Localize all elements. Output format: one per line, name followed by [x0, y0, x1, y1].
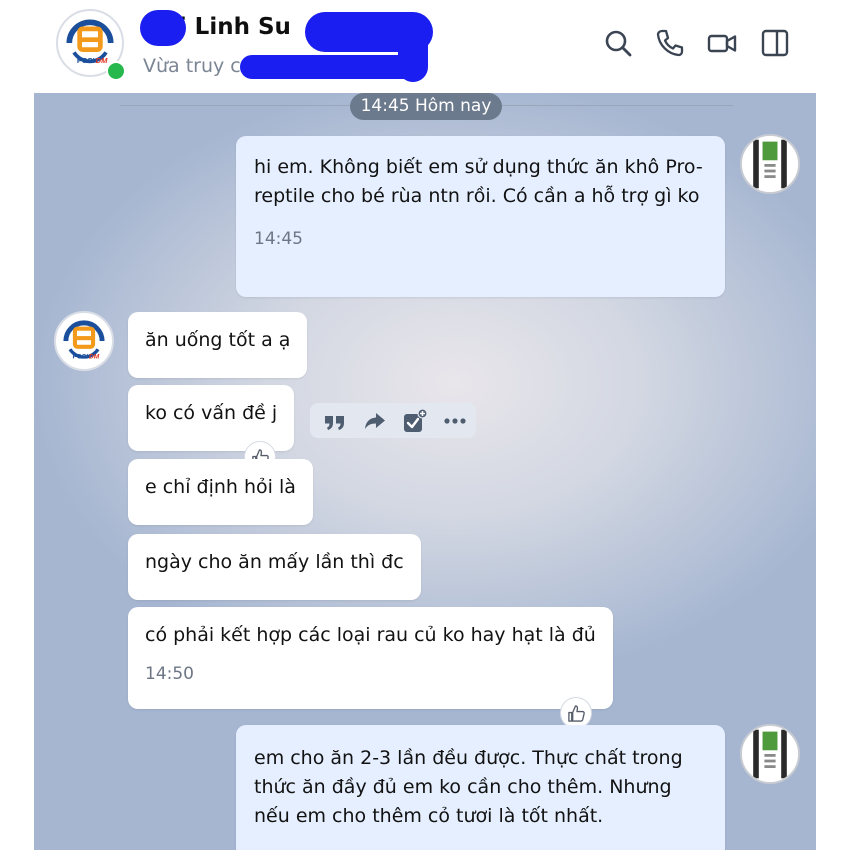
add-task-icon[interactable] [402, 408, 428, 434]
message-text: hi em. Không biết em sử dụng thức ăn khô… [254, 156, 703, 207]
message-bubble-incoming[interactable]: ăn uống tốt a ạ [128, 312, 308, 378]
sidebar-toggle-icon[interactable] [760, 28, 790, 58]
my-avatar[interactable] [740, 134, 800, 194]
message-text: e chỉ định hỏi là [145, 476, 296, 498]
product-avatar-icon [742, 726, 798, 782]
redaction-mark [140, 10, 186, 46]
message-bubble-incoming[interactable]: ngày cho ăn mấy lần thì đc [128, 534, 421, 600]
message-text: ko có vấn đề j [145, 402, 278, 424]
redaction-mark [398, 28, 428, 82]
svg-text:DM: DM [89, 353, 100, 360]
date-divider-line [502, 105, 733, 106]
message-text: ăn uống tốt a ạ [145, 329, 291, 351]
message-text: có phải kết hợp các loại rau củ ko hay h… [145, 624, 596, 646]
chat-header: PCCI DM Hải Linh Su Vừa truy cập [0, 0, 850, 93]
date-separator: 14:45 Hôm nay [350, 93, 502, 120]
like-icon [568, 705, 585, 722]
message-bubble-incoming[interactable]: có phải kết hợp các loại rau củ ko hay h… [128, 607, 613, 709]
date-divider-line [120, 105, 350, 106]
conversation-area[interactable]: 14:45 Hôm nay hi em. Không biết em sử dụ… [34, 93, 816, 850]
svg-text:DM: DM [96, 56, 108, 65]
message-action-toolbar [310, 403, 476, 438]
message-bubble-incoming[interactable]: ko có vấn đề j [128, 385, 295, 451]
contact-avatar-small[interactable]: PCCI DM [54, 311, 114, 371]
online-status-dot [106, 61, 126, 81]
message-time: 14:45 [254, 229, 303, 249]
message-text: em cho ăn 2-3 lần đều được. Thực chất tr… [254, 747, 683, 827]
quote-icon[interactable] [322, 408, 348, 434]
more-icon[interactable] [442, 408, 468, 434]
svg-text:PCCI: PCCI [72, 353, 88, 360]
message-text: ngày cho ăn mấy lần thì đc [145, 551, 404, 573]
message-time: 14:50 [145, 664, 194, 684]
phone-icon[interactable] [655, 28, 685, 58]
search-icon[interactable] [603, 28, 633, 58]
message-bubble-incoming[interactable]: e chỉ định hỏi là [128, 459, 313, 525]
video-call-icon[interactable] [707, 28, 737, 58]
svg-text:PCCI: PCCI [77, 56, 95, 65]
message-bubble-outgoing[interactable]: hi em. Không biết em sử dụng thức ăn khô… [236, 136, 725, 297]
forward-icon[interactable] [362, 408, 388, 434]
my-avatar[interactable] [740, 724, 800, 784]
pcci-logo-icon: PCCI DM [59, 316, 109, 366]
message-bubble-outgoing[interactable]: em cho ăn 2-3 lần đều được. Thực chất tr… [236, 725, 725, 850]
product-avatar-icon [742, 136, 798, 192]
